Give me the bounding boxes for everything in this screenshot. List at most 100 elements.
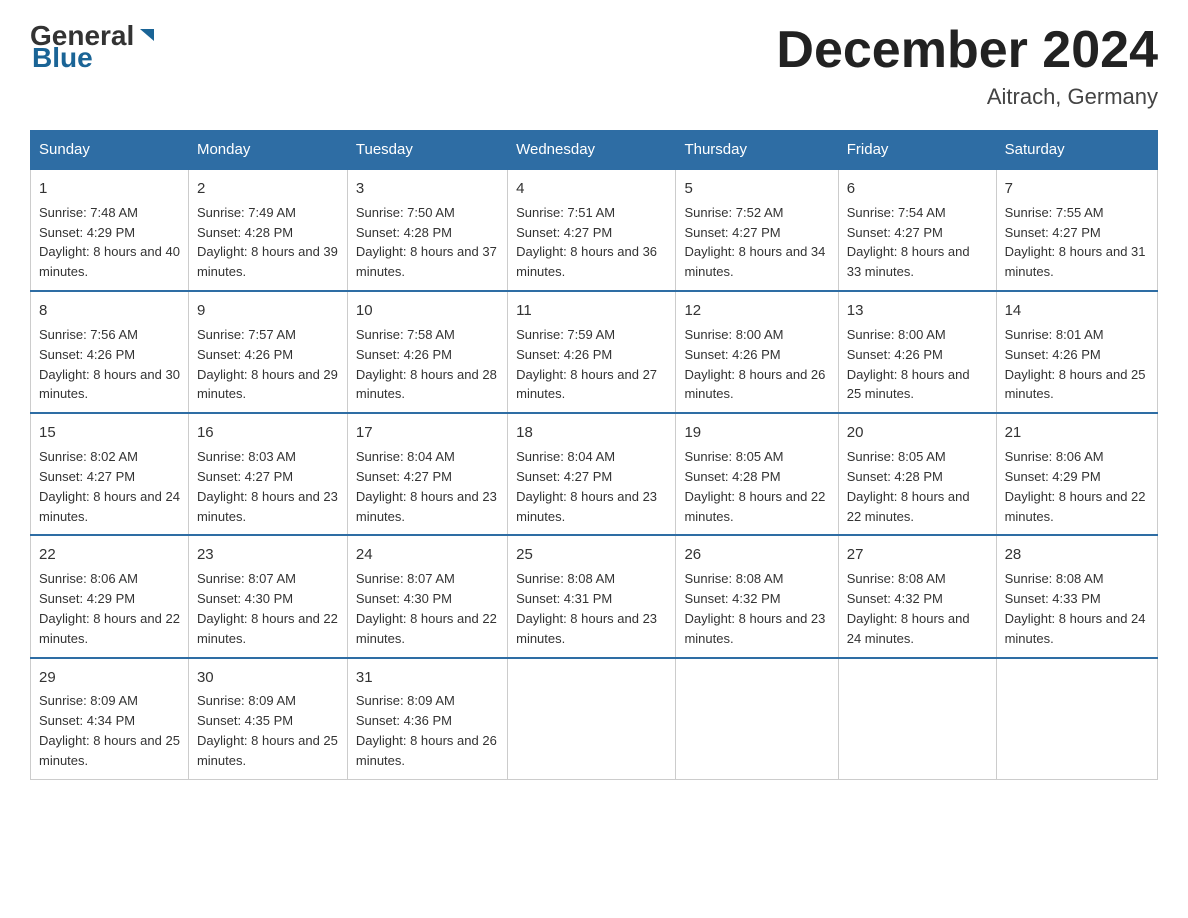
day-info: Sunrise: 7:52 AMSunset: 4:27 PMDaylight:… bbox=[684, 205, 825, 280]
day-cell bbox=[996, 658, 1157, 780]
day-cell: 26 Sunrise: 8:08 AMSunset: 4:32 PMDaylig… bbox=[676, 535, 838, 657]
day-info: Sunrise: 8:03 AMSunset: 4:27 PMDaylight:… bbox=[197, 449, 338, 524]
day-number: 18 bbox=[516, 422, 667, 444]
day-cell: 3 Sunrise: 7:50 AMSunset: 4:28 PMDayligh… bbox=[347, 169, 507, 291]
week-row-4: 22 Sunrise: 8:06 AMSunset: 4:29 PMDaylig… bbox=[31, 535, 1158, 657]
day-info: Sunrise: 8:09 AMSunset: 4:34 PMDaylight:… bbox=[39, 693, 180, 768]
calendar-title: December 2024 bbox=[776, 20, 1158, 80]
calendar-subtitle: Aitrach, Germany bbox=[776, 84, 1158, 110]
day-number: 12 bbox=[684, 300, 829, 322]
day-number: 3 bbox=[356, 178, 499, 200]
day-info: Sunrise: 8:05 AMSunset: 4:28 PMDaylight:… bbox=[847, 449, 970, 524]
day-cell: 1 Sunrise: 7:48 AMSunset: 4:29 PMDayligh… bbox=[31, 169, 189, 291]
day-info: Sunrise: 7:50 AMSunset: 4:28 PMDaylight:… bbox=[356, 205, 497, 280]
title-block: December 2024 Aitrach, Germany bbox=[776, 20, 1158, 110]
day-cell: 5 Sunrise: 7:52 AMSunset: 4:27 PMDayligh… bbox=[676, 169, 838, 291]
week-row-1: 1 Sunrise: 7:48 AMSunset: 4:29 PMDayligh… bbox=[31, 169, 1158, 291]
day-cell: 14 Sunrise: 8:01 AMSunset: 4:26 PMDaylig… bbox=[996, 291, 1157, 413]
day-number: 9 bbox=[197, 300, 339, 322]
header-col-friday: Friday bbox=[838, 131, 996, 170]
day-number: 2 bbox=[197, 178, 339, 200]
day-cell: 6 Sunrise: 7:54 AMSunset: 4:27 PMDayligh… bbox=[838, 169, 996, 291]
day-number: 15 bbox=[39, 422, 180, 444]
day-cell: 17 Sunrise: 8:04 AMSunset: 4:27 PMDaylig… bbox=[347, 413, 507, 535]
day-info: Sunrise: 8:08 AMSunset: 4:32 PMDaylight:… bbox=[684, 571, 825, 646]
day-cell bbox=[838, 658, 996, 780]
day-number: 1 bbox=[39, 178, 180, 200]
day-number: 13 bbox=[847, 300, 988, 322]
day-number: 5 bbox=[684, 178, 829, 200]
day-cell bbox=[676, 658, 838, 780]
day-cell: 12 Sunrise: 8:00 AMSunset: 4:26 PMDaylig… bbox=[676, 291, 838, 413]
day-number: 28 bbox=[1005, 544, 1149, 566]
day-info: Sunrise: 7:54 AMSunset: 4:27 PMDaylight:… bbox=[847, 205, 970, 280]
day-info: Sunrise: 7:59 AMSunset: 4:26 PMDaylight:… bbox=[516, 327, 657, 402]
day-cell: 7 Sunrise: 7:55 AMSunset: 4:27 PMDayligh… bbox=[996, 169, 1157, 291]
day-info: Sunrise: 8:04 AMSunset: 4:27 PMDaylight:… bbox=[356, 449, 497, 524]
day-cell: 18 Sunrise: 8:04 AMSunset: 4:27 PMDaylig… bbox=[508, 413, 676, 535]
header-col-wednesday: Wednesday bbox=[508, 131, 676, 170]
day-cell: 28 Sunrise: 8:08 AMSunset: 4:33 PMDaylig… bbox=[996, 535, 1157, 657]
header-col-saturday: Saturday bbox=[996, 131, 1157, 170]
day-cell: 13 Sunrise: 8:00 AMSunset: 4:26 PMDaylig… bbox=[838, 291, 996, 413]
day-info: Sunrise: 8:07 AMSunset: 4:30 PMDaylight:… bbox=[197, 571, 338, 646]
day-cell: 10 Sunrise: 7:58 AMSunset: 4:26 PMDaylig… bbox=[347, 291, 507, 413]
day-info: Sunrise: 8:06 AMSunset: 4:29 PMDaylight:… bbox=[1005, 449, 1146, 524]
day-cell: 8 Sunrise: 7:56 AMSunset: 4:26 PMDayligh… bbox=[31, 291, 189, 413]
day-info: Sunrise: 8:05 AMSunset: 4:28 PMDaylight:… bbox=[684, 449, 825, 524]
day-cell: 2 Sunrise: 7:49 AMSunset: 4:28 PMDayligh… bbox=[188, 169, 347, 291]
day-info: Sunrise: 8:04 AMSunset: 4:27 PMDaylight:… bbox=[516, 449, 657, 524]
calendar-table: SundayMondayTuesdayWednesdayThursdayFrid… bbox=[30, 130, 1158, 780]
day-number: 19 bbox=[684, 422, 829, 444]
logo-blue-text: Blue bbox=[32, 42, 93, 73]
day-number: 10 bbox=[356, 300, 499, 322]
header-col-monday: Monday bbox=[188, 131, 347, 170]
day-info: Sunrise: 8:02 AMSunset: 4:27 PMDaylight:… bbox=[39, 449, 180, 524]
day-info: Sunrise: 7:55 AMSunset: 4:27 PMDaylight:… bbox=[1005, 205, 1146, 280]
day-number: 30 bbox=[197, 667, 339, 689]
day-number: 26 bbox=[684, 544, 829, 566]
day-cell bbox=[508, 658, 676, 780]
calendar-body: 1 Sunrise: 7:48 AMSunset: 4:29 PMDayligh… bbox=[31, 169, 1158, 779]
day-cell: 15 Sunrise: 8:02 AMSunset: 4:27 PMDaylig… bbox=[31, 413, 189, 535]
day-info: Sunrise: 8:08 AMSunset: 4:32 PMDaylight:… bbox=[847, 571, 970, 646]
day-number: 27 bbox=[847, 544, 988, 566]
day-number: 11 bbox=[516, 300, 667, 322]
week-row-5: 29 Sunrise: 8:09 AMSunset: 4:34 PMDaylig… bbox=[31, 658, 1158, 780]
week-row-3: 15 Sunrise: 8:02 AMSunset: 4:27 PMDaylig… bbox=[31, 413, 1158, 535]
day-number: 24 bbox=[356, 544, 499, 566]
day-cell: 30 Sunrise: 8:09 AMSunset: 4:35 PMDaylig… bbox=[188, 658, 347, 780]
day-cell: 20 Sunrise: 8:05 AMSunset: 4:28 PMDaylig… bbox=[838, 413, 996, 535]
day-info: Sunrise: 7:56 AMSunset: 4:26 PMDaylight:… bbox=[39, 327, 180, 402]
day-number: 7 bbox=[1005, 178, 1149, 200]
day-info: Sunrise: 7:51 AMSunset: 4:27 PMDaylight:… bbox=[516, 205, 657, 280]
week-row-2: 8 Sunrise: 7:56 AMSunset: 4:26 PMDayligh… bbox=[31, 291, 1158, 413]
header-row: SundayMondayTuesdayWednesdayThursdayFrid… bbox=[31, 131, 1158, 170]
day-number: 16 bbox=[197, 422, 339, 444]
day-info: Sunrise: 8:08 AMSunset: 4:31 PMDaylight:… bbox=[516, 571, 657, 646]
header-col-thursday: Thursday bbox=[676, 131, 838, 170]
day-info: Sunrise: 7:49 AMSunset: 4:28 PMDaylight:… bbox=[197, 205, 338, 280]
day-info: Sunrise: 8:09 AMSunset: 4:36 PMDaylight:… bbox=[356, 693, 497, 768]
day-number: 21 bbox=[1005, 422, 1149, 444]
day-cell: 21 Sunrise: 8:06 AMSunset: 4:29 PMDaylig… bbox=[996, 413, 1157, 535]
header: General Blue December 2024 Aitrach, Germ… bbox=[30, 20, 1158, 110]
day-info: Sunrise: 8:00 AMSunset: 4:26 PMDaylight:… bbox=[684, 327, 825, 402]
day-cell: 9 Sunrise: 7:57 AMSunset: 4:26 PMDayligh… bbox=[188, 291, 347, 413]
day-number: 31 bbox=[356, 667, 499, 689]
day-cell: 25 Sunrise: 8:08 AMSunset: 4:31 PMDaylig… bbox=[508, 535, 676, 657]
day-number: 20 bbox=[847, 422, 988, 444]
day-cell: 19 Sunrise: 8:05 AMSunset: 4:28 PMDaylig… bbox=[676, 413, 838, 535]
day-cell: 27 Sunrise: 8:08 AMSunset: 4:32 PMDaylig… bbox=[838, 535, 996, 657]
logo-arrow-icon bbox=[136, 25, 158, 47]
day-info: Sunrise: 8:01 AMSunset: 4:26 PMDaylight:… bbox=[1005, 327, 1146, 402]
day-cell: 23 Sunrise: 8:07 AMSunset: 4:30 PMDaylig… bbox=[188, 535, 347, 657]
header-col-tuesday: Tuesday bbox=[347, 131, 507, 170]
day-number: 23 bbox=[197, 544, 339, 566]
calendar-header: SundayMondayTuesdayWednesdayThursdayFrid… bbox=[31, 131, 1158, 170]
day-number: 29 bbox=[39, 667, 180, 689]
day-number: 14 bbox=[1005, 300, 1149, 322]
day-cell: 31 Sunrise: 8:09 AMSunset: 4:36 PMDaylig… bbox=[347, 658, 507, 780]
day-cell: 22 Sunrise: 8:06 AMSunset: 4:29 PMDaylig… bbox=[31, 535, 189, 657]
day-cell: 29 Sunrise: 8:09 AMSunset: 4:34 PMDaylig… bbox=[31, 658, 189, 780]
